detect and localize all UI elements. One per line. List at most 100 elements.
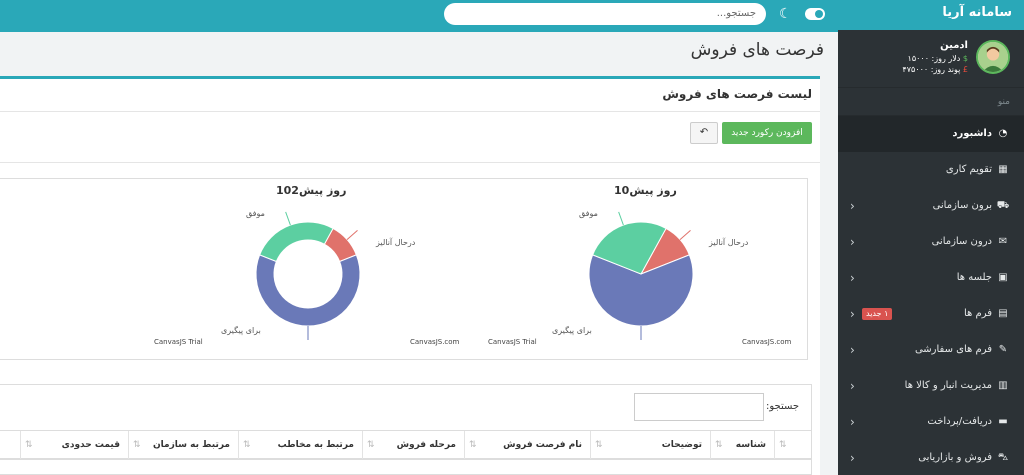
truck-icon: ⛟	[996, 200, 1010, 211]
column-header[interactable]: توضیحات ⇅	[590, 431, 710, 459]
divider	[0, 162, 820, 163]
pie-charts	[255, 211, 694, 340]
boxes-icon: ▥	[998, 380, 1008, 391]
theme-toggle[interactable]	[805, 8, 825, 20]
calendar-icon: ▦	[998, 164, 1008, 175]
sort-icon: ⇅	[779, 440, 787, 450]
pound-rate-text: پوند روز: ۴۷۵۰۰۰	[902, 65, 961, 74]
sort-icon: ⇅	[25, 440, 33, 450]
chart-2-label-followup: برای پیگیری	[221, 326, 261, 335]
column-header[interactable]: قیمت حدودی ⇅	[20, 431, 128, 459]
sort-icon: ⇅	[243, 440, 251, 450]
top-bar: جستجو... ☾	[0, 0, 838, 32]
divider	[0, 111, 820, 112]
chart-2-slice-1[interactable]	[255, 254, 361, 327]
column-header-label: مرتبط به سازمان	[152, 440, 230, 450]
sidebar-item-3[interactable]: ✉ درون سازمانی ‹	[838, 224, 1024, 260]
add-record-button[interactable]: افزودن رکورد جدید	[722, 122, 812, 144]
sidebar-item-label: دریافت/پرداخت	[927, 416, 992, 427]
sidebar-item-1[interactable]: ▦ تقویم کاری	[838, 152, 1024, 188]
charts-panel: روز پیش10 روز پیش102 CanvasJS.com Canvas…	[0, 178, 808, 360]
column-header-label: قیمت حدودی	[61, 440, 120, 450]
chevron-icon: ‹	[850, 343, 855, 357]
chart-2-title: روز پیش102	[276, 184, 347, 197]
sort-icon: ⇅	[367, 440, 375, 450]
clipboard-icon: ▤	[998, 308, 1008, 319]
chart-1-credit[interactable]: CanvasJS.com	[742, 338, 791, 346]
sidebar-item-label: تقویم کاری	[945, 164, 992, 175]
chevron-icon: ‹	[850, 235, 855, 249]
sidebar-item-6[interactable]: ✎ فرم های سفارشی ‹	[838, 332, 1024, 368]
table-search-label: جستجو:	[766, 401, 800, 412]
chart-2-label-success: موفق	[246, 209, 265, 218]
menu-label: منو	[838, 88, 1024, 116]
column-header-label: توضیحات	[661, 440, 702, 450]
dollar-rate: $ دلار روز: ۱۵۰۰۰	[908, 54, 968, 63]
sidebar-item-2[interactable]: ⛟ برون سازمانی ‹	[838, 188, 1024, 224]
column-header[interactable]: مرتبط به مخاطب ⇅	[238, 431, 362, 459]
sidebar-menu: ◔ داشبورد ▦ تقویم کاری ⛟ برون سازمانی ‹ ✉ درون س…	[838, 116, 1024, 475]
sidebar-item-4[interactable]: ▣ جلسه ها ‹	[838, 260, 1024, 296]
sidebar-item-label: داشبورد	[952, 128, 992, 139]
chevron-icon: ‹	[850, 307, 855, 321]
chart-2-slice-2[interactable]	[259, 221, 334, 263]
user-card: ادمین $ دلار روز: ۱۵۰۰۰ £ پوند روز: ۴۷۵۰…	[838, 30, 1024, 88]
dollar-icon: $	[960, 54, 968, 63]
page-title: فرصت های فروش	[690, 40, 824, 60]
sidebar-item-label: فرم های سفارشی	[914, 344, 992, 355]
table-search-input[interactable]	[634, 393, 764, 421]
column-header[interactable]: مرتبط به سازمان ⇅	[128, 431, 238, 459]
user-name: ادمین	[940, 40, 968, 51]
chart-2-leader-0	[346, 229, 358, 240]
select-column[interactable]: ⇅	[774, 431, 812, 459]
sidebar: سامانه آریا ادمین $ دلار روز: ۱۵۰۰۰ £ پو…	[838, 0, 1024, 475]
app-brand: سامانه آریا	[838, 0, 1024, 30]
pound-rate: £ پوند روز: ۴۷۵۰۰۰	[902, 65, 968, 74]
column-header[interactable]: نام فرصت فروش ⇅	[464, 431, 590, 459]
envelope-icon: ✉	[998, 236, 1008, 247]
pound-icon: £	[960, 65, 968, 74]
chart-2-credit[interactable]: CanvasJS.com	[410, 338, 459, 346]
column-header-label: مرتبط به مخاطب	[277, 440, 354, 450]
cart-icon: ⛍	[997, 452, 1009, 463]
undo-button[interactable]: ↶	[690, 122, 718, 144]
sort-icon: ⇅	[133, 440, 141, 450]
column-header[interactable]: شناسه ⇅	[710, 431, 774, 459]
edit-icon: ✎	[998, 344, 1008, 355]
dashboard-icon: ◔	[998, 128, 1008, 139]
chart-2-leader-2	[285, 211, 291, 226]
chart-1-label-analysis: درحال آنالیز	[709, 238, 749, 247]
column-header[interactable]: مرحله فروش ⇅	[362, 431, 464, 459]
briefcase-icon: ▣	[998, 272, 1008, 283]
chevron-icon: ‹	[850, 415, 855, 429]
sidebar-item-5[interactable]: ▤ فرم ها ‹ ۱ جدید	[838, 296, 1024, 332]
sort-icon: ⇅	[715, 440, 723, 450]
sidebar-item-label: فرم ها	[964, 308, 992, 319]
panel-title: لیست فرصت های فروش	[662, 87, 812, 101]
sidebar-item-8[interactable]: ▬ دریافت/پرداخت ‹	[838, 404, 1024, 440]
chevron-icon: ‹	[850, 199, 855, 213]
sidebar-item-label: مدیریت انبار و کالا ها	[904, 380, 992, 391]
sidebar-item-label: فروش و بازاریابی	[918, 452, 992, 463]
sidebar-item-label: جلسه ها	[956, 272, 992, 283]
chevron-icon: ‹	[850, 379, 855, 393]
chart-2-trial: CanvasJS Trial	[154, 338, 203, 346]
sidebar-item-label: برون سازمانی	[932, 200, 992, 211]
moon-icon[interactable]: ☾	[779, 6, 792, 22]
table-header: ⇅ شناسه ⇅ توضیحات ⇅ نام فرصت فروش ⇅ مرحله فروش ⇅…	[0, 430, 812, 460]
column-header-label: شناسه	[735, 440, 766, 450]
avatar[interactable]	[976, 40, 1010, 74]
dollar-rate-text: دلار روز: ۱۵۰۰۰	[907, 54, 961, 63]
sidebar-item-7[interactable]: ▥ مدیریت انبار و کالا ها ‹	[838, 368, 1024, 404]
sidebar-item-0[interactable]: ◔ داشبورد	[838, 116, 1024, 152]
sidebar-item-label: درون سازمانی	[931, 236, 992, 247]
chevron-icon: ‹	[850, 271, 855, 285]
column-header-label: مرحله فروش	[396, 440, 456, 450]
sidebar-item-9[interactable]: ⛍ فروش و بازاریابی ‹	[838, 440, 1024, 475]
sort-icon: ⇅	[469, 440, 477, 450]
chart-1-leader-0	[679, 229, 691, 240]
chart-1-label-followup: برای پیگیری	[552, 326, 592, 335]
chart-1-leader-2	[618, 211, 624, 226]
global-search-input[interactable]: جستجو...	[444, 3, 766, 25]
chevron-icon: ‹	[850, 451, 855, 465]
